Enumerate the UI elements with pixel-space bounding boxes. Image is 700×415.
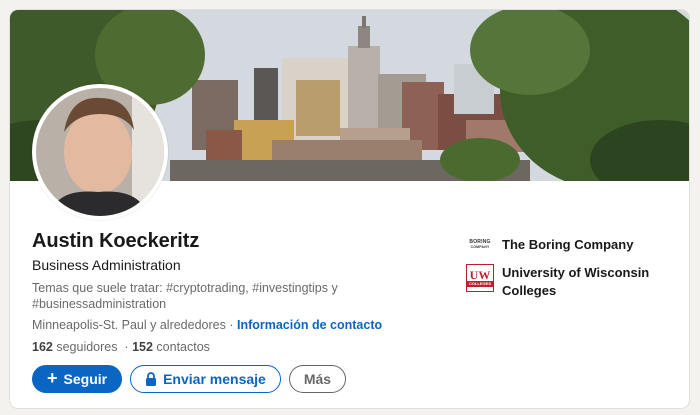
- contact-info-link[interactable]: Información de contacto: [237, 318, 382, 332]
- plus-icon: +: [47, 368, 58, 388]
- profile-card: Austin Koeckeritz Business Administratio…: [10, 10, 689, 408]
- stats-separator: ·: [117, 340, 133, 354]
- org-uw-colleges[interactable]: UW COLLEGES University of Wisconsin Coll…: [466, 264, 681, 300]
- profile-location: Minneapolis-St. Paul y alrededores: [32, 318, 226, 332]
- profile-organizations: BORING COMPANY The Boring Company UW COL…: [466, 236, 681, 300]
- connections-count[interactable]: 152: [132, 340, 153, 354]
- send-message-label: Enviar mensaje: [163, 371, 266, 387]
- lock-icon: [146, 372, 157, 386]
- more-button-label: Más: [303, 371, 332, 387]
- boring-company-logo: BORING COMPANY: [469, 239, 491, 250]
- uw-colleges-logo: UW COLLEGES: [466, 264, 494, 292]
- org-name: University of Wisconsin Colleges: [502, 265, 650, 298]
- avatar: [36, 88, 164, 216]
- profile-headline: Business Administration: [32, 257, 181, 273]
- profile-stats: 162 seguidores · 152 contactos: [32, 340, 210, 354]
- follow-button-label: Seguir: [63, 371, 108, 387]
- followers-count: 162: [32, 340, 53, 354]
- org-boring-company[interactable]: BORING COMPANY The Boring Company: [466, 236, 681, 254]
- profile-topics: Temas que suele tratar: #cryptotrading, …: [32, 281, 338, 311]
- send-message-button[interactable]: Enviar mensaje: [130, 365, 281, 393]
- follow-button[interactable]: + Seguir: [32, 365, 123, 393]
- profile-name: Austin Koeckeritz: [32, 230, 200, 252]
- location-line: Minneapolis-St. Paul y alrededores · Inf…: [32, 318, 382, 332]
- connections-label[interactable]: contactos: [153, 340, 210, 354]
- profile-photo[interactable]: [32, 84, 168, 220]
- profile-actions: + Seguir Enviar mensaje Más: [32, 365, 347, 393]
- org-name: The Boring Company: [502, 237, 634, 252]
- location-separator: ·: [225, 318, 237, 332]
- followers-label: seguidores: [52, 340, 118, 354]
- more-button[interactable]: Más: [288, 365, 347, 393]
